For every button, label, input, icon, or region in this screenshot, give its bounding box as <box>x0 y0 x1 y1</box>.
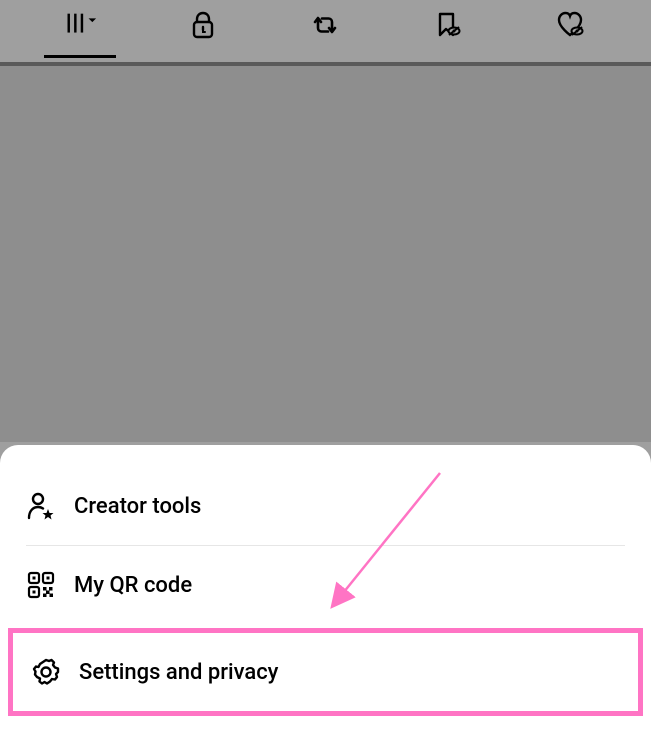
creator-star-icon <box>26 491 56 521</box>
tab-grid[interactable] <box>56 10 106 44</box>
options-bottom-sheet: Creator tools My QR code <box>0 445 651 730</box>
menu-qr-code-label: My QR code <box>74 573 192 598</box>
content-placeholder <box>0 62 651 442</box>
annotation-highlight: Settings and privacy <box>8 628 643 716</box>
menu-settings-privacy-label: Settings and privacy <box>79 660 278 685</box>
tab-saved[interactable] <box>423 10 473 44</box>
qr-icon <box>26 570 56 600</box>
menu-divider <box>26 545 625 546</box>
repost-icon <box>308 10 342 44</box>
menu-creator-tools-label: Creator tools <box>74 494 201 519</box>
bookmark-hidden-icon <box>431 10 465 44</box>
tab-locked[interactable] <box>178 10 228 44</box>
heart-hidden-icon <box>553 10 587 44</box>
gear-icon <box>31 657 61 687</box>
profile-tabs <box>0 0 651 62</box>
menu-settings-privacy[interactable]: Settings and privacy <box>13 633 638 711</box>
tab-reposts[interactable] <box>300 10 350 44</box>
menu-creator-tools[interactable]: Creator tools <box>0 469 651 543</box>
tab-liked[interactable] <box>545 10 595 44</box>
lock-icon <box>186 10 220 44</box>
grid-icon <box>64 10 98 44</box>
menu-qr-code[interactable]: My QR code <box>0 548 651 622</box>
